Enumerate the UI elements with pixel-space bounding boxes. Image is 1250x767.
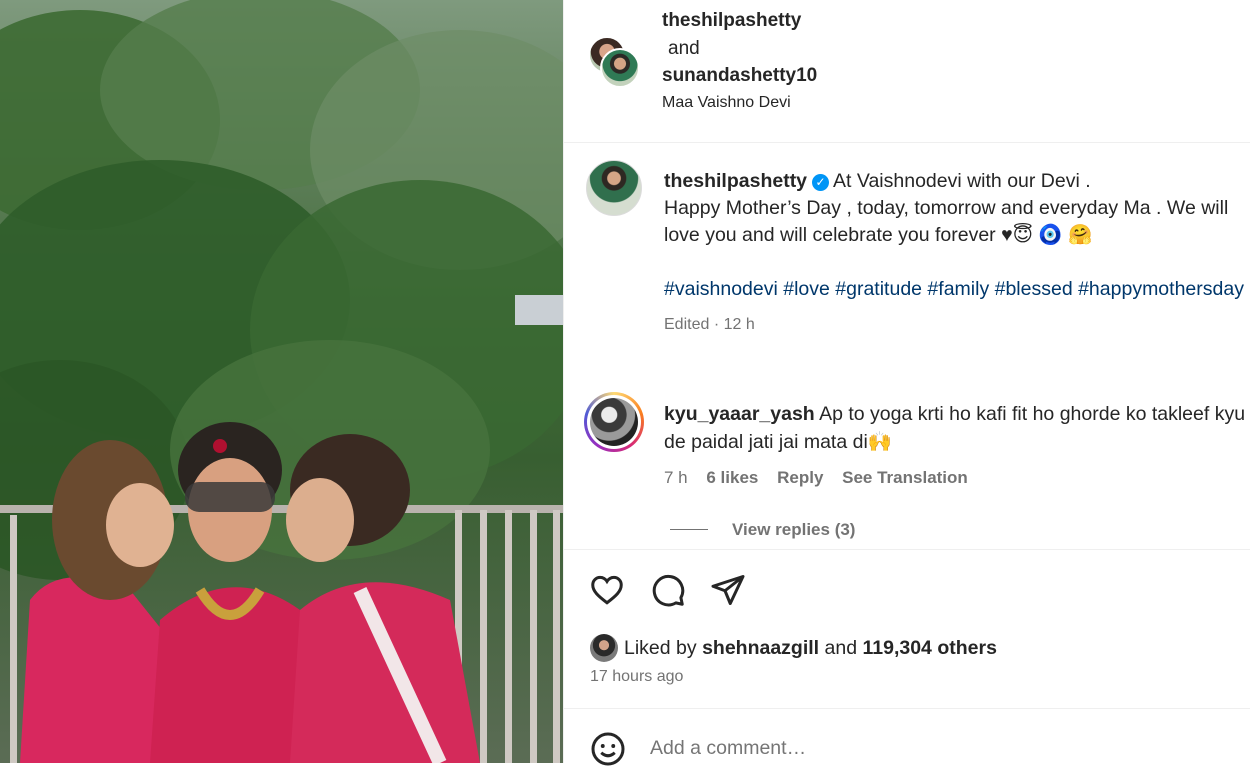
caption-meta: Edited · 12 h bbox=[664, 316, 755, 333]
post-actions: Liked by shehnaazgill and 119,304 others… bbox=[564, 549, 1250, 767]
caption-text: theshilpashetty ✓ At Vaishnodevi with our … bbox=[664, 168, 1244, 338]
divider bbox=[670, 529, 708, 530]
avatar[interactable] bbox=[584, 392, 644, 452]
comment-icon[interactable] bbox=[650, 572, 686, 608]
caption-hashtags[interactable]: #vaishnodevi #love #gratitude #family #b… bbox=[664, 278, 1244, 300]
comment-likes[interactable]: 6 likes bbox=[706, 468, 758, 487]
see-translation-button[interactable]: See Translation bbox=[842, 468, 968, 487]
liked-by-and: and bbox=[824, 637, 858, 659]
share-icon[interactable] bbox=[710, 572, 746, 608]
post-details-panel: theshilpashetty and sunandashetty10 Maa … bbox=[563, 0, 1250, 767]
comment-username[interactable]: kyu_yaaar_yash bbox=[664, 403, 815, 425]
post-header: theshilpashetty and sunandashetty10 Maa … bbox=[564, 0, 1250, 143]
liked-by-username[interactable]: shehnaazgill bbox=[702, 637, 819, 659]
view-replies-label: View replies (3) bbox=[732, 520, 856, 539]
liked-by-label: Liked by bbox=[624, 637, 697, 659]
caption-line-1: At Vaishnodevi with our Devi . bbox=[833, 170, 1091, 192]
avatar bbox=[600, 48, 640, 88]
avatar[interactable] bbox=[586, 160, 642, 216]
comment-time[interactable]: 7 h bbox=[664, 468, 688, 487]
header-username-2[interactable]: sunandashetty10 bbox=[662, 65, 817, 87]
add-comment-bar bbox=[564, 708, 1250, 767]
collab-avatars[interactable] bbox=[588, 36, 644, 92]
comment-text: kyu_yaaar_yash Ap to yoga krti ho kafi f… bbox=[664, 400, 1249, 456]
smiley-icon[interactable] bbox=[590, 731, 626, 767]
add-comment-input[interactable] bbox=[650, 737, 1150, 760]
caption-username[interactable]: theshilpashetty bbox=[664, 170, 807, 192]
post-timestamp[interactable]: 17 hours ago bbox=[590, 668, 683, 686]
verified-badge-icon: ✓ bbox=[812, 174, 830, 191]
view-replies-button[interactable]: View replies (3) bbox=[670, 520, 855, 540]
reply-button[interactable]: Reply bbox=[777, 468, 823, 487]
heart-icon[interactable] bbox=[589, 572, 625, 608]
post-location[interactable]: Maa Vaishno Devi bbox=[662, 94, 791, 112]
photo-illustration bbox=[0, 0, 563, 763]
comment-actions: 7 h 6 likes Reply See Translation bbox=[664, 468, 982, 488]
header-and: and bbox=[668, 38, 700, 59]
liked-by-others[interactable]: 119,304 others bbox=[862, 637, 996, 659]
header-username-1[interactable]: theshilpashetty bbox=[662, 10, 801, 32]
avatar[interactable] bbox=[590, 634, 618, 662]
caption-line-2: Happy Mother’s Day , today, tomorrow and… bbox=[664, 197, 1229, 246]
likes-summary: Liked by shehnaazgill and 119,304 others bbox=[590, 634, 997, 662]
post-photo[interactable] bbox=[0, 0, 563, 763]
